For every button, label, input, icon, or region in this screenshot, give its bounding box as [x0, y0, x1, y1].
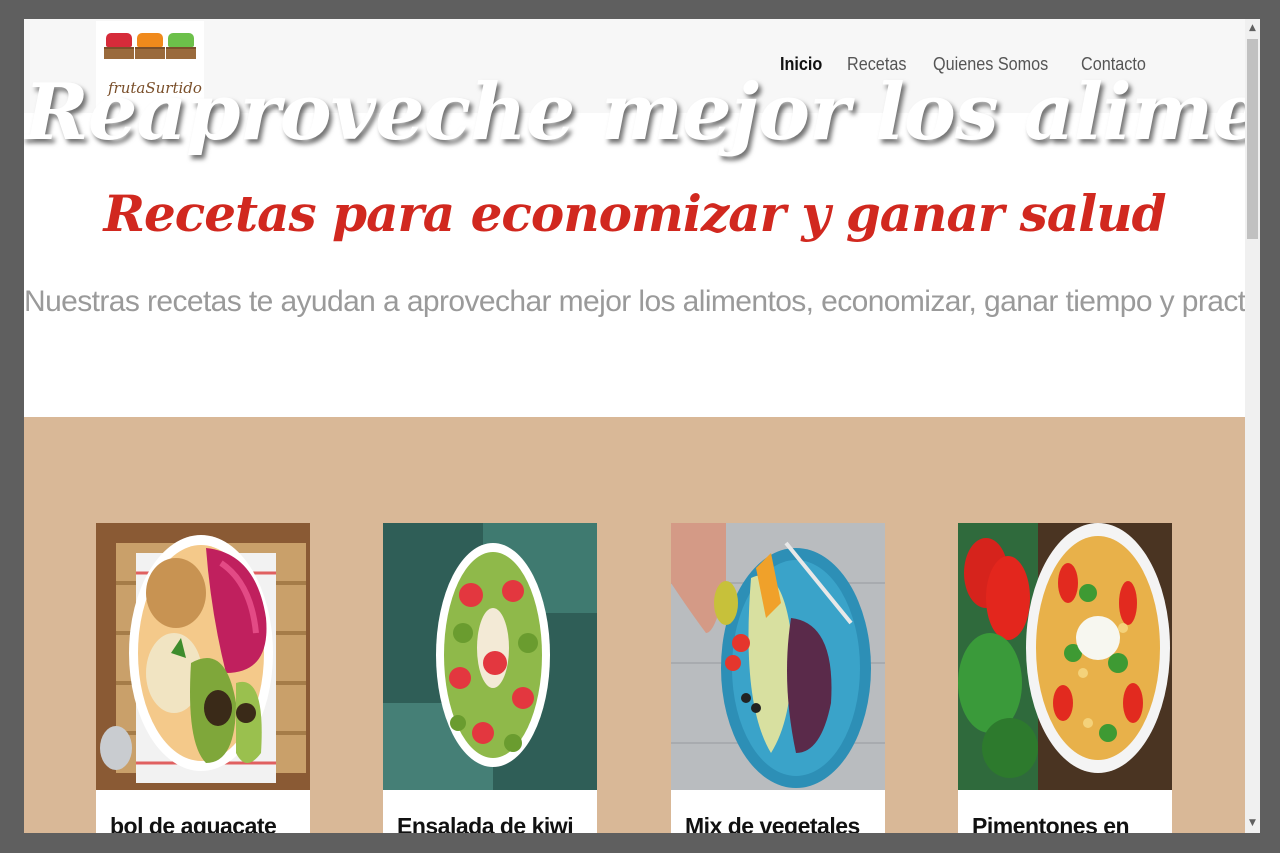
recipe-title[interactable]: bol de aguacate — [110, 813, 277, 833]
scroll-down-icon[interactable]: ▼ — [1245, 816, 1260, 831]
scrollbar-thumb[interactable] — [1247, 39, 1258, 239]
recipe-title[interactable]: Pimentones en — [972, 813, 1130, 833]
recipes-section: bol de aguacate Ensalada de kiwi Mix de … — [24, 417, 1245, 833]
vertical-scrollbar[interactable]: ▲ ▼ — [1245, 19, 1260, 833]
recipe-card-mix-vegetales[interactable]: Mix de vegetales — [671, 523, 885, 833]
scroll-up-icon[interactable]: ▲ — [1245, 21, 1260, 36]
recipe-card-pimentones[interactable]: Pimentones en — [958, 523, 1172, 833]
crate-red-icon — [104, 31, 134, 59]
hero-title: Reaproveche mejor los alimentos — [24, 67, 1245, 158]
recipe-image-bol-aguacate[interactable] — [96, 523, 310, 790]
recipe-image-mix-vegetales[interactable] — [671, 523, 885, 790]
crate-orange-icon — [135, 31, 165, 59]
recipe-title[interactable]: Mix de vegetales — [685, 813, 860, 833]
browser-viewport: frutaSurtido Inicio Recetas Quienes Somo… — [24, 19, 1245, 833]
hero-description: Nuestras recetas te ayudan a aprovechar … — [24, 285, 1245, 318]
recipe-image-pimentones[interactable] — [958, 523, 1172, 790]
recipe-card-ensalada-kiwi[interactable]: Ensalada de kiwi — [383, 523, 597, 833]
crate-green-icon — [166, 31, 196, 59]
recipe-card-bol-aguacate[interactable]: bol de aguacate — [96, 523, 310, 833]
recipe-title[interactable]: Ensalada de kiwi — [397, 813, 574, 833]
recipe-image-ensalada-kiwi[interactable] — [383, 523, 597, 790]
hero-subtitle: Recetas para economizar y ganar salud — [103, 184, 1166, 243]
